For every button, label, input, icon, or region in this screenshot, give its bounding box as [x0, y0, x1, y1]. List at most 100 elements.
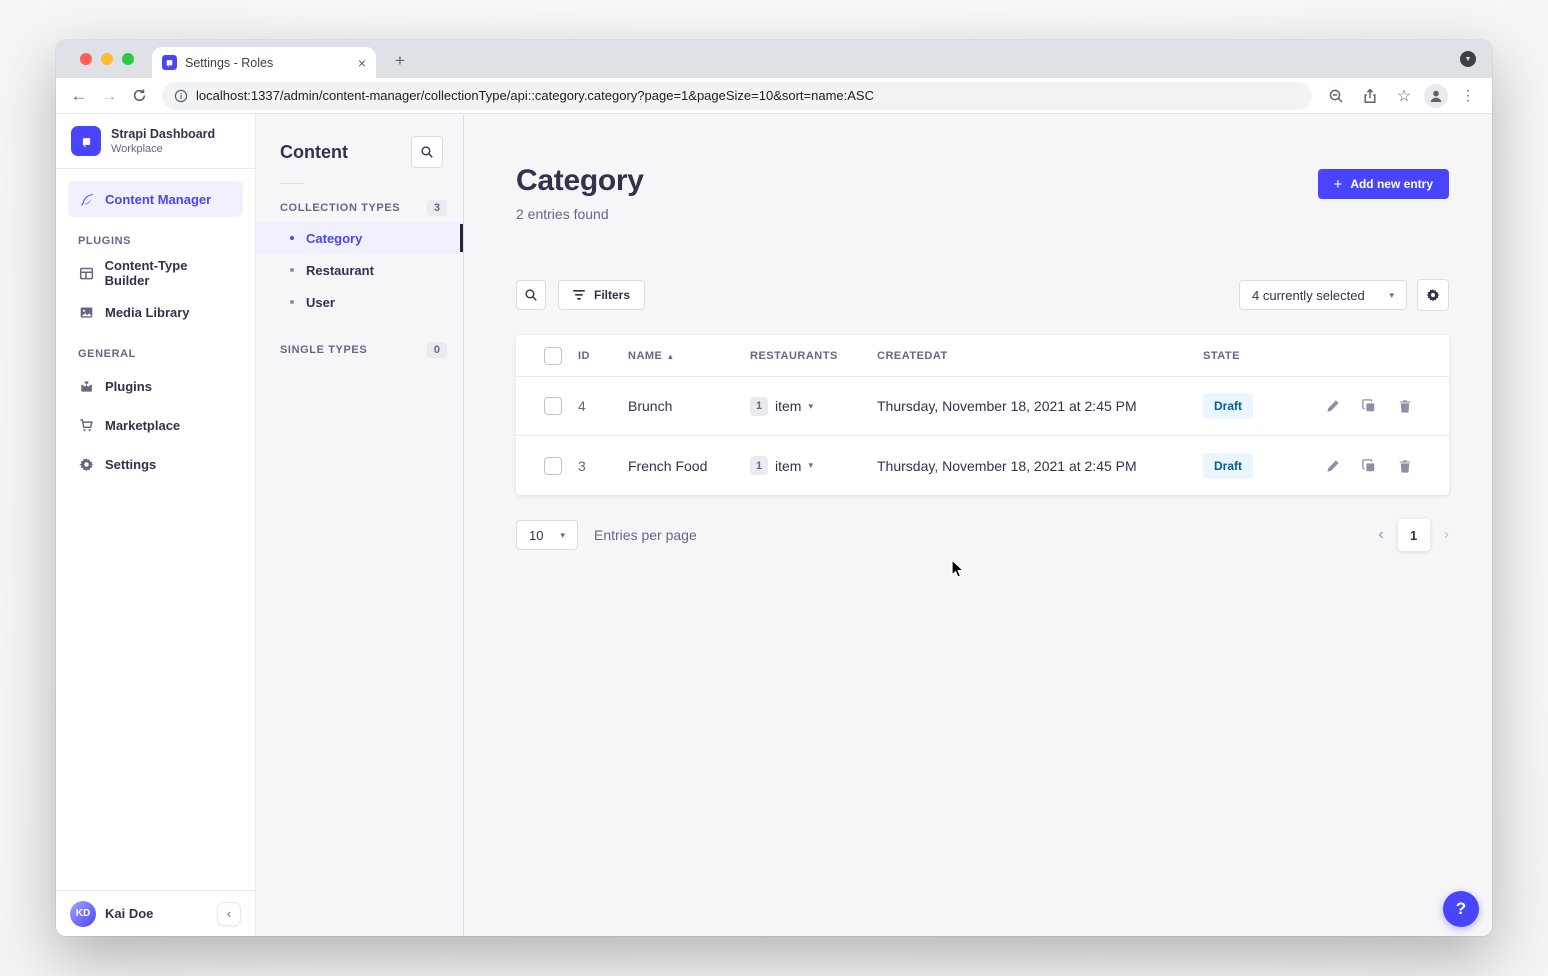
browser-tab[interactable]: Settings - Roles ×: [152, 47, 376, 78]
help-button[interactable]: ?: [1443, 891, 1479, 927]
relation-count-badge: 1: [750, 456, 768, 475]
site-info-icon[interactable]: [174, 89, 188, 103]
main-sidebar: Strapi Dashboard Workplace Content Manag…: [56, 114, 256, 936]
subnav-item-user[interactable]: User: [256, 286, 463, 318]
collection-types-count: 3: [427, 200, 447, 216]
window-controls[interactable]: [80, 53, 134, 65]
page-title: Category: [516, 164, 644, 198]
bullet-icon: [290, 236, 294, 240]
close-window-button[interactable]: [80, 53, 92, 65]
share-icon[interactable]: [1356, 83, 1384, 109]
cell-createdat: Thursday, November 18, 2021 at 2:45 PM: [877, 398, 1203, 414]
new-tab-button[interactable]: +: [388, 49, 412, 73]
cell-restaurants[interactable]: 1 item ▾: [750, 456, 877, 475]
maximize-window-button[interactable]: [122, 53, 134, 65]
browser-window: Settings - Roles × + ▼ ← → localhost:133…: [56, 40, 1492, 936]
sidebar-item-label: Settings: [105, 457, 156, 472]
sidebar-user-row: KD Kai Doe ‹: [56, 890, 255, 936]
browser-profile-avatar[interactable]: [1424, 84, 1448, 108]
workspace-name: Strapi Dashboard: [111, 127, 215, 143]
relation-count-badge: 1: [750, 397, 768, 416]
sidebar-collapse-button[interactable]: ‹: [217, 902, 241, 926]
entries-per-page-label: Entries per page: [594, 527, 697, 543]
browser-menu-icon[interactable]: ⋮: [1454, 83, 1482, 109]
delete-trash-icon[interactable]: [1397, 458, 1413, 474]
shopping-cart-icon: [78, 418, 95, 433]
select-all-checkbox[interactable]: [544, 347, 562, 365]
table-row[interactable]: 4 Brunch 1 item ▾ Thursday, November 18,…: [516, 377, 1449, 436]
cell-createdat: Thursday, November 18, 2021 at 2:45 PM: [877, 458, 1203, 474]
cell-id: 4: [578, 398, 628, 414]
page-size-select[interactable]: 10 ▾: [516, 520, 578, 550]
column-header-name[interactable]: NAME▴: [628, 350, 750, 362]
bullet-icon: [290, 268, 294, 272]
sidebar-item-content-type-builder[interactable]: Content-Type Builder: [68, 255, 243, 291]
cell-name: French Food: [628, 458, 750, 474]
next-page-icon[interactable]: ›: [1444, 526, 1449, 544]
sidebar-item-plugins[interactable]: Plugins: [68, 368, 243, 404]
chevron-down-icon: ▾: [1389, 290, 1394, 301]
sidebar-item-content-manager[interactable]: Content Manager: [68, 181, 243, 217]
column-header-state[interactable]: STATE: [1203, 350, 1325, 362]
single-types-label: SINGLE TYPES: [280, 344, 367, 356]
subnav-title: Content: [280, 142, 348, 163]
edit-pencil-icon[interactable]: [1325, 398, 1341, 414]
search-icon: [524, 288, 538, 302]
subnav-item-label: Restaurant: [306, 263, 374, 278]
sidebar-item-label: Marketplace: [105, 418, 180, 433]
single-types-count: 0: [427, 342, 447, 358]
edit-pencil-icon[interactable]: [1325, 458, 1341, 474]
column-header-createdat[interactable]: CREATEDAT: [877, 350, 1203, 362]
minimize-window-button[interactable]: [101, 53, 113, 65]
url-bar[interactable]: localhost:1337/admin/content-manager/col…: [162, 82, 1312, 110]
browser-navbar: ← → localhost:1337/admin/content-manager…: [56, 78, 1492, 114]
collection-types-label: COLLECTION TYPES: [280, 202, 400, 214]
page-number-button[interactable]: 1: [1398, 519, 1430, 551]
filters-button[interactable]: Filters: [558, 280, 645, 310]
sidebar-item-marketplace[interactable]: Marketplace: [68, 407, 243, 443]
sidebar-item-media-library[interactable]: Media Library: [68, 294, 243, 330]
forward-button[interactable]: →: [96, 83, 122, 109]
columns-visibility-select[interactable]: 4 currently selected ▾: [1239, 280, 1407, 310]
column-header-id[interactable]: ID: [578, 350, 628, 362]
table-settings-button[interactable]: [1417, 279, 1449, 311]
url-text[interactable]: localhost:1337/admin/content-manager/col…: [196, 88, 874, 103]
delete-trash-icon[interactable]: [1397, 398, 1413, 414]
plus-icon: +: [1334, 176, 1343, 193]
chevron-down-icon[interactable]: ▾: [808, 460, 813, 471]
row-checkbox[interactable]: [544, 397, 562, 415]
previous-page-icon[interactable]: ‹: [1378, 526, 1383, 544]
duplicate-icon[interactable]: [1361, 398, 1377, 414]
tab-close-icon[interactable]: ×: [358, 56, 366, 70]
workspace-subtitle: Workplace: [111, 143, 215, 155]
zoom-out-icon[interactable]: [1322, 83, 1350, 109]
subnav-item-restaurant[interactable]: Restaurant: [256, 254, 463, 286]
tab-title: Settings - Roles: [185, 56, 350, 70]
entries-count: 2 entries found: [516, 206, 644, 222]
duplicate-icon[interactable]: [1361, 458, 1377, 474]
cell-id: 3: [578, 458, 628, 474]
cell-restaurants[interactable]: 1 item ▾: [750, 397, 877, 416]
user-name: Kai Doe: [105, 906, 208, 921]
reload-button[interactable]: [126, 83, 152, 109]
bookmark-star-icon[interactable]: ☆: [1390, 83, 1418, 109]
back-button[interactable]: ←: [66, 83, 92, 109]
chevron-down-icon[interactable]: ▾: [808, 401, 813, 412]
bullet-icon: [290, 300, 294, 304]
downloads-indicator-icon[interactable]: ▼: [1460, 51, 1476, 67]
sidebar-item-settings[interactable]: Settings: [68, 446, 243, 482]
strapi-favicon-icon: [162, 55, 177, 70]
user-avatar[interactable]: KD: [70, 901, 96, 927]
chevron-down-icon: ▾: [560, 530, 565, 541]
subnav-item-category[interactable]: Category: [256, 222, 463, 254]
column-header-restaurants[interactable]: RESTAURANTS: [750, 350, 877, 362]
browser-action-icons: ☆ ⋮: [1322, 83, 1482, 109]
cell-name: Brunch: [628, 398, 750, 414]
row-checkbox[interactable]: [544, 457, 562, 475]
workspace-brand[interactable]: Strapi Dashboard Workplace: [56, 114, 255, 169]
add-new-entry-button[interactable]: + Add new entry: [1318, 169, 1449, 199]
table-search-button[interactable]: [516, 280, 546, 310]
subnav-search-button[interactable]: [411, 136, 443, 168]
browser-tabstrip: Settings - Roles × + ▼: [56, 40, 1492, 78]
table-row[interactable]: 3 French Food 1 item ▾ Thursday, Novembe…: [516, 436, 1449, 495]
